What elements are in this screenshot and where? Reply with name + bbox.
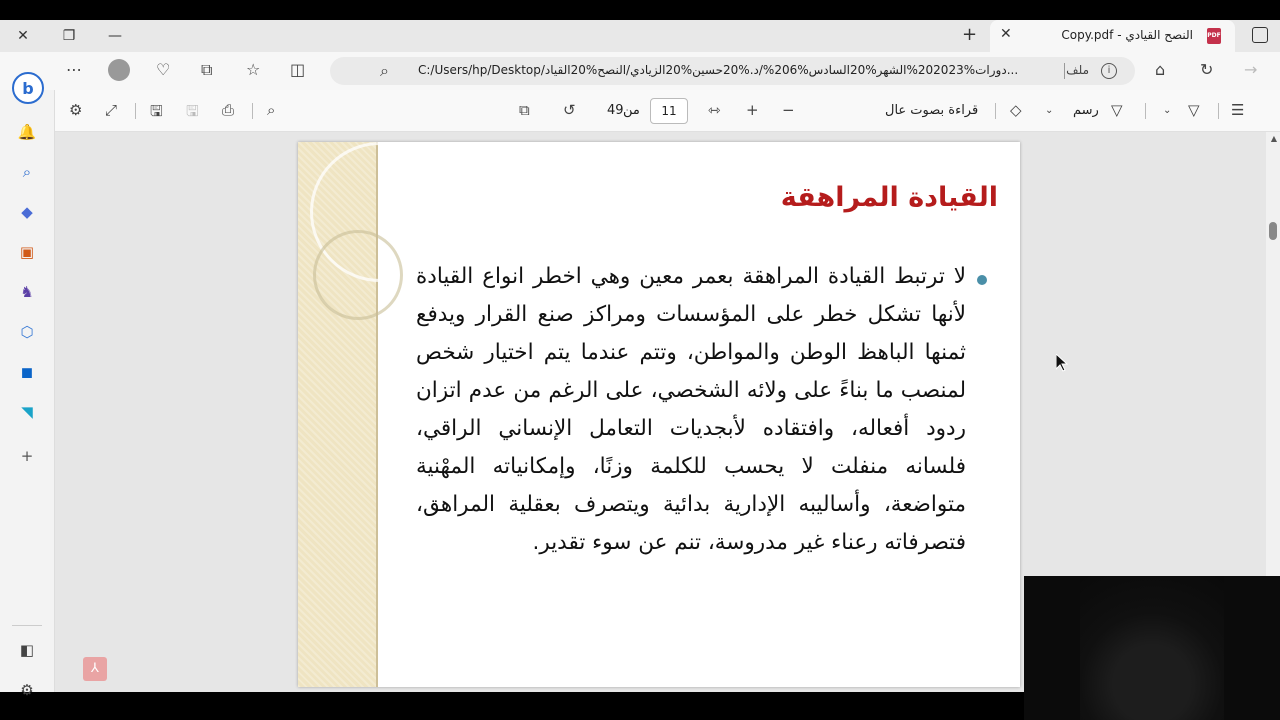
address-url: C:/Users/hp/Desktop/دورات%202023%الشهر%2… bbox=[418, 63, 1018, 77]
pdf-toolbar: ⚙ ⤢ 🖫 🖫 ⎙ ⌕ ⧉ ↺ 49 من 11 ⇿ + − قراءة بصو… bbox=[55, 90, 1280, 132]
decorative-band bbox=[298, 142, 450, 687]
restore-window-icon[interactable]: ❐ bbox=[46, 20, 92, 52]
webcam-feed bbox=[1080, 576, 1224, 720]
pdf-settings-icon[interactable]: ⚙ bbox=[69, 101, 82, 119]
microsoft365-icon[interactable]: ⬡ bbox=[17, 322, 37, 342]
acrobat-icon[interactable]: ⅄ bbox=[83, 657, 107, 681]
print-icon[interactable]: ⎙ bbox=[222, 101, 234, 119]
fullscreen-icon[interactable]: ⤢ bbox=[105, 101, 117, 119]
toolbar-divider bbox=[1218, 103, 1219, 119]
profile-avatar-icon[interactable] bbox=[108, 59, 130, 81]
find-icon[interactable]: ⌕ bbox=[267, 101, 275, 119]
refresh-icon[interactable]: ↻ bbox=[1200, 60, 1213, 79]
tab-active[interactable]: ✕ النصح القيادي - Copy.pdf PDF bbox=[990, 20, 1235, 52]
pdf-page: القيادة المراهقة لا ترتبط القيادة المراه… bbox=[298, 142, 1020, 687]
bullet-dot bbox=[977, 275, 987, 285]
forward-icon[interactable]: → bbox=[1244, 60, 1257, 79]
toolbar-divider bbox=[995, 103, 996, 119]
home-icon[interactable]: ⌂ bbox=[1155, 60, 1165, 79]
draw-label[interactable]: رسم bbox=[1073, 103, 1099, 118]
more-options-icon[interactable]: ⋯ bbox=[66, 60, 82, 79]
address-scheme-label: ملف bbox=[1066, 63, 1089, 77]
search-icon[interactable]: ⌕ bbox=[17, 162, 37, 182]
tools-briefcase-icon[interactable]: ▣ bbox=[17, 242, 37, 262]
hide-sidebar-icon[interactable]: ◧ bbox=[17, 640, 37, 660]
toolbar-divider bbox=[1145, 103, 1146, 119]
sidebar-settings-icon[interactable]: ⚙ bbox=[17, 680, 37, 700]
page-number-input[interactable]: 11 bbox=[650, 98, 688, 124]
slide-title: القيادة المراهقة bbox=[780, 182, 998, 213]
save-icon[interactable]: 🖫 bbox=[186, 101, 199, 126]
draw-pen-icon[interactable]: ▽ bbox=[1111, 101, 1123, 119]
tab-close-icon[interactable]: ✕ bbox=[1000, 26, 1012, 42]
page-view-icon[interactable]: ⧉ bbox=[519, 101, 530, 119]
eraser-icon[interactable]: ◇ bbox=[1010, 101, 1022, 119]
address-bar[interactable]: ⌕ C:/Users/hp/Desktop/دورات%202023%الشهر… bbox=[330, 57, 1135, 85]
sidebar-divider bbox=[12, 625, 42, 626]
tab-title: النصح القيادي - Copy.pdf bbox=[1061, 28, 1193, 42]
zoom-out-icon[interactable]: − bbox=[782, 101, 795, 119]
draw-dropdown-icon[interactable]: ⌄ bbox=[1045, 105, 1053, 116]
fit-width-icon[interactable]: ⇿ bbox=[708, 101, 721, 119]
collections-icon[interactable]: ⧉ bbox=[201, 60, 212, 80]
screen: ✕ ❐ — + ✕ النصح القيادي - Copy.pdf PDF ⋯… bbox=[0, 0, 1280, 720]
copilot-icon[interactable]: b bbox=[12, 72, 44, 104]
shopping-tag-icon[interactable]: ◆ bbox=[17, 202, 37, 222]
webcam-overlay bbox=[1024, 576, 1280, 720]
pdf-file-icon: PDF bbox=[1207, 28, 1221, 44]
drop-icon[interactable]: ◥ bbox=[17, 402, 37, 422]
close-window-icon[interactable]: ✕ bbox=[0, 20, 46, 52]
save-as-icon[interactable]: 🖫 bbox=[150, 101, 163, 126]
notifications-icon[interactable]: 🔔 bbox=[17, 122, 37, 142]
split-screen-icon[interactable]: ◫ bbox=[290, 60, 305, 79]
mouse-cursor-icon bbox=[1055, 352, 1069, 376]
read-aloud-button[interactable]: قراءة بصوت عال bbox=[885, 103, 978, 118]
new-tab-icon[interactable]: + bbox=[962, 24, 977, 45]
rotate-icon[interactable]: ↺ bbox=[563, 101, 576, 119]
minimize-window-icon[interactable]: — bbox=[92, 20, 138, 52]
contents-icon[interactable]: ☰ bbox=[1231, 101, 1244, 119]
scrollbar-thumb[interactable] bbox=[1269, 222, 1277, 240]
slide-body-text: لا ترتبط القيادة المراهقة بعمر معين وهي … bbox=[416, 264, 966, 555]
title-bar: ✕ ❐ — + ✕ النصح القيادي - Copy.pdf PDF bbox=[0, 20, 1280, 52]
decorative-ring bbox=[313, 230, 403, 320]
health-icon[interactable]: ♡ bbox=[156, 60, 170, 79]
toolbar-divider bbox=[135, 103, 136, 119]
zoom-in-icon[interactable]: + bbox=[746, 101, 759, 119]
add-sidebar-app-icon[interactable]: + bbox=[17, 446, 37, 466]
games-icon[interactable]: ♞ bbox=[17, 282, 37, 302]
highlight-dropdown-icon[interactable]: ⌄ bbox=[1163, 105, 1171, 116]
edge-sidebar: b 🔔 ⌕ ◆ ▣ ♞ ⬡ ◼ ◥ + ◧ ⚙ bbox=[0, 72, 55, 699]
tab-actions-icon[interactable] bbox=[1252, 27, 1268, 43]
zoom-search-icon[interactable]: ⌕ bbox=[380, 61, 389, 81]
favorites-list-icon[interactable]: ☆ bbox=[246, 60, 260, 79]
of-label: من bbox=[623, 103, 640, 118]
address-divider bbox=[1064, 63, 1065, 79]
highlight-icon[interactable]: ▽ bbox=[1188, 101, 1200, 119]
scroll-up-icon[interactable]: ▲ bbox=[1271, 134, 1277, 143]
outlook-icon[interactable]: ◼ bbox=[17, 362, 37, 382]
info-icon[interactable]: i bbox=[1101, 63, 1117, 79]
toolbar-divider bbox=[252, 103, 253, 119]
navigation-bar: ⋯ ♡ ⧉ ☆ ◫ ☆ ⌕ C:/Users/hp/Desktop/دورات%… bbox=[0, 52, 1280, 90]
page-total: 49 bbox=[607, 103, 624, 118]
